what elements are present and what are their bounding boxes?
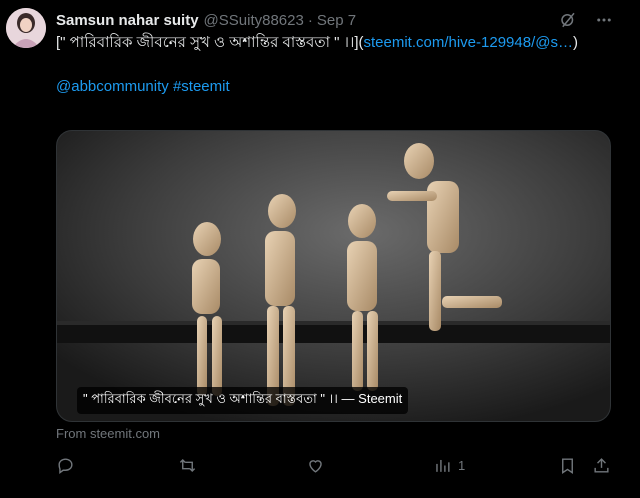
tweet-text-part2: ) xyxy=(572,34,578,51)
like-button[interactable] xyxy=(306,456,325,475)
share-button[interactable] xyxy=(592,456,611,475)
views-icon xyxy=(436,459,450,472)
views-count: 1 xyxy=(458,458,466,473)
tweet-header: Samsun nahar suity @SSuity88623 · Sep 7 xyxy=(56,10,640,30)
tweet-text: [" পারিবারিক জীবনের সুখ ও অশান্তির বাস্ত… xyxy=(56,32,596,98)
action-bar: 1 xyxy=(56,456,612,478)
views-button[interactable]: 1 xyxy=(433,456,465,475)
more-icon[interactable] xyxy=(594,10,614,30)
mannequins-photo xyxy=(57,131,610,421)
tweet-text-part1: [" পারিবারিক জীবনের সুখ ও অশান্তির বাস্ত… xyxy=(56,34,364,51)
reply-icon xyxy=(58,458,73,475)
author-name[interactable]: Samsun nahar suity xyxy=(56,12,199,29)
grok-icon[interactable] xyxy=(558,10,578,30)
separator-dot: · xyxy=(307,11,313,29)
author-handle[interactable]: @SSuity88623 xyxy=(204,12,304,29)
avatar[interactable] xyxy=(6,8,46,48)
tweet-date[interactable]: Sep 7 xyxy=(317,12,356,29)
tweet-link[interactable]: steemit.com/hive-129948/@s… xyxy=(363,34,572,51)
tweet-hashtags[interactable]: @abbcommunity #steemit xyxy=(56,78,230,95)
like-icon xyxy=(309,460,322,473)
image-caption: " পারিবারিক জীবনের সুখ ও অশান্তির বাস্তব… xyxy=(77,387,409,414)
bookmark-icon xyxy=(562,458,573,474)
reply-button[interactable] xyxy=(56,456,75,475)
retweet-button[interactable] xyxy=(178,456,197,475)
retweet-icon xyxy=(179,458,196,473)
from-source[interactable]: From steemit.com xyxy=(56,426,160,441)
bookmark-button[interactable] xyxy=(558,456,577,475)
link-card-image[interactable]: " পারিবারিক জীবনের সুখ ও অশান্তির বাস্তব… xyxy=(56,130,611,422)
share-icon xyxy=(594,458,609,473)
